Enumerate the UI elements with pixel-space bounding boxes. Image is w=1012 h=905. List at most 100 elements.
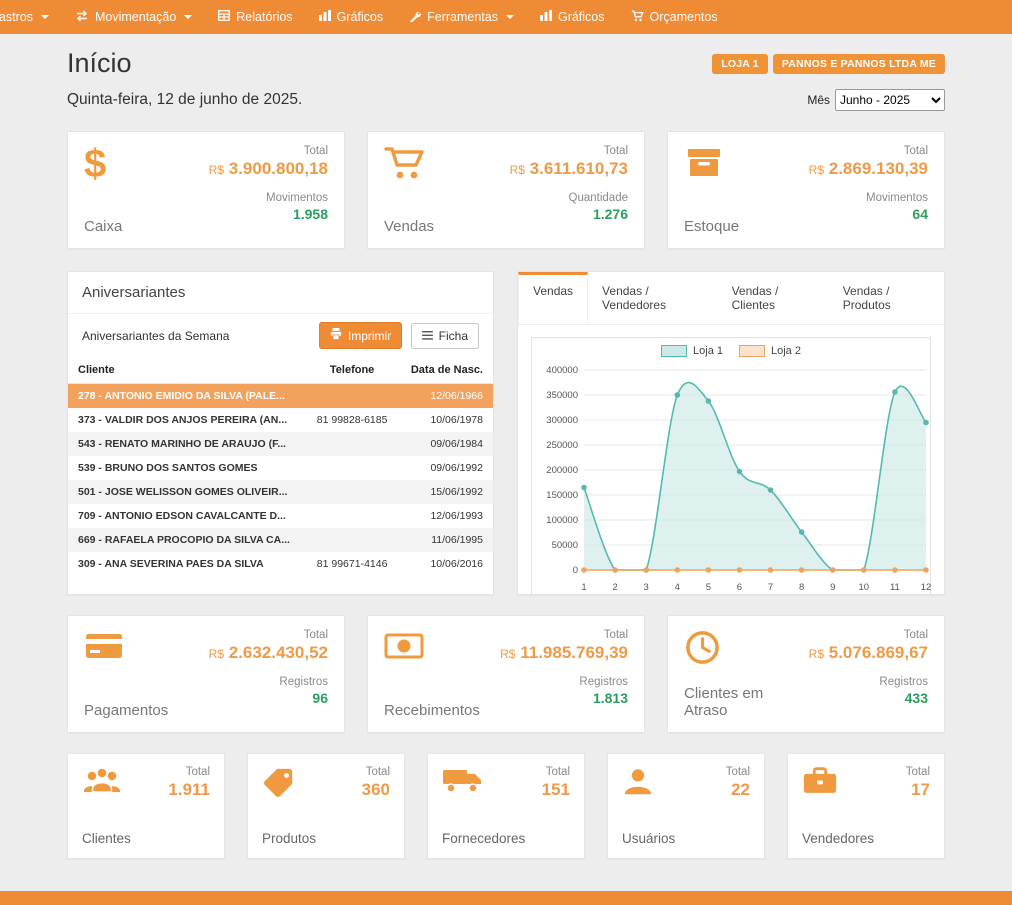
col-cliente: Cliente [68, 357, 306, 384]
birthday-row[interactable]: 543 - RENATO MARINHO DE ARAUJO (F...09/0… [68, 432, 493, 456]
nav-items: Cadastros Movimentação Relatórios Gráfic… [0, 0, 731, 34]
total-label: Total [809, 629, 928, 641]
nav-item-movimentacao[interactable]: Movimentação [62, 0, 205, 34]
card-title: Recebimentos [384, 702, 480, 719]
chart-legend: Loja 1 Loja 2 [536, 345, 926, 357]
svg-text:1: 1 [581, 582, 586, 593]
birthday-row[interactable]: 539 - BRUNO DOS SANTOS GOMES09/06/1992 [68, 456, 493, 480]
total-label: Total [500, 629, 628, 641]
legend-label-loja1: Loja 1 [693, 345, 723, 357]
svg-text:100000: 100000 [546, 515, 578, 526]
truck-icon [442, 766, 484, 801]
svg-text:250000: 250000 [546, 440, 578, 451]
page-header: Início LOJA 1 PANNOS E PANNOS LTDA ME [67, 48, 945, 79]
list-icon [422, 329, 433, 343]
svg-text:3: 3 [644, 582, 649, 593]
birthday-row[interactable]: 669 - RAFAELA PROCOPIO DA SILVA CA...11/… [68, 528, 493, 552]
tab-vendas[interactable]: Vendas [518, 272, 588, 324]
card-title: Vendedores [802, 831, 930, 846]
nav-item-graficos-1[interactable]: Gráficos [306, 0, 397, 34]
chevron-down-icon [41, 15, 49, 19]
table-icon [218, 10, 230, 24]
nav-item-ferramentas[interactable]: Ferramentas [396, 0, 527, 34]
total-label: Total [542, 766, 570, 778]
birthday-row[interactable]: 501 - JOSE WELISSON GOMES OLIVEIR...15/0… [68, 480, 493, 504]
total-value: R$ 2.632.430,52 [209, 643, 328, 663]
vendedores-card: Total 17 Vendedores [787, 753, 945, 859]
svg-text:6: 6 [737, 582, 742, 593]
people-group-icon [82, 766, 122, 803]
legend-swatch-loja2 [739, 345, 765, 357]
bar-chart-icon [319, 10, 331, 24]
produtos-card: Total 360 Produtos [247, 753, 405, 859]
ficha-button[interactable]: Ficha [411, 323, 479, 349]
card-title: Pagamentos [84, 702, 168, 719]
total-label: Total [209, 145, 328, 157]
count-value: 433 [809, 690, 928, 706]
month-select[interactable]: Junho - 2025 [835, 89, 945, 111]
user-icon [622, 766, 654, 803]
svg-text:300000: 300000 [546, 415, 578, 426]
footer-bar [0, 891, 1012, 905]
tab-vendas-clientes[interactable]: Vendas / Clientes [718, 272, 829, 324]
nav-label: Gráficos [337, 10, 384, 24]
money-bill-icon [384, 629, 424, 668]
nav-label: Gráficos [558, 10, 605, 24]
card-title: Produtos [262, 831, 390, 846]
chevron-down-icon [184, 15, 192, 19]
credit-card-icon [84, 629, 124, 668]
svg-text:7: 7 [768, 582, 773, 593]
svg-text:150000: 150000 [546, 490, 578, 501]
total-value: R$ 2.869.130,39 [809, 159, 928, 179]
caixa-card: $ Caixa Total R$ 3.900.800,18 Movimentos… [67, 131, 345, 249]
total-label: Total [168, 766, 210, 778]
count-value: 1.813 [500, 690, 628, 706]
sales-chart-panel: Vendas Vendas / Vendedores Vendas / Clie… [517, 271, 945, 595]
tab-vendas-produtos[interactable]: Vendas / Produtos [829, 272, 944, 324]
svg-text:2: 2 [612, 582, 617, 593]
card-title: Usuários [622, 831, 750, 846]
count-label: Movimentos [209, 192, 328, 204]
birthday-row[interactable]: 278 - ANTONIO EMIDIO DA SILVA (PALE...12… [68, 384, 493, 409]
card-title: Vendas [384, 218, 434, 235]
clientes-em-atraso-card: Clientes em Atraso Total R$ 5.076.869,67… [667, 615, 945, 733]
recebimentos-card: Recebimentos Total R$ 11.985.769,39 Regi… [367, 615, 645, 733]
count-label: Movimentos [809, 192, 928, 204]
count-label: Registros [809, 676, 928, 688]
nav-item-orcamentos[interactable]: Orçamentos [618, 0, 731, 34]
usuarios-card: Total 22 Usuários [607, 753, 765, 859]
legend-label-loja2: Loja 2 [771, 345, 801, 357]
company-badge: PANNOS E PANNOS LTDA ME [773, 54, 945, 74]
svg-text:8: 8 [799, 582, 804, 593]
card-title: Clientes [82, 831, 210, 846]
nav-label: Movimentação [95, 10, 176, 24]
nav-item-relatorios[interactable]: Relatórios [205, 0, 305, 34]
birthday-row[interactable]: 309 - ANA SEVERINA PAES DA SILVA81 99671… [68, 552, 493, 576]
nav-label: Cadastros [0, 10, 33, 24]
panel-title: Aniversariantes [68, 272, 493, 314]
vendas-card: Vendas Total R$ 3.611.610,73 Quantidade … [367, 131, 645, 249]
nav-item-graficos-2[interactable]: Gráficos [527, 0, 618, 34]
nav-item-cadastros[interactable]: Cadastros [0, 0, 62, 34]
bar-chart-icon [540, 10, 552, 24]
tag-icon [262, 766, 296, 803]
tab-vendas-vendedores[interactable]: Vendas / Vendedores [588, 272, 718, 324]
total-value: 360 [362, 780, 390, 800]
count-value: 64 [809, 206, 928, 222]
dollar-icon: $ [84, 145, 106, 183]
count-value: 1.958 [209, 206, 328, 222]
briefcase-icon [802, 766, 838, 802]
print-button[interactable]: Imprimir [319, 322, 402, 349]
birthday-row[interactable]: 709 - ANTONIO EDSON CAVALCANTE D...12/06… [68, 504, 493, 528]
printer-icon [330, 328, 342, 343]
svg-text:5: 5 [706, 582, 711, 593]
svg-text:0: 0 [573, 565, 578, 576]
col-data-nasc: Data de Nasc. [399, 357, 493, 384]
birthday-row[interactable]: 373 - VALDIR DOS ANJOS PEREIRA (AN...81 … [68, 408, 493, 432]
card-title: Clientes em Atraso [684, 685, 809, 719]
svg-text:50000: 50000 [552, 540, 578, 551]
archive-box-icon [684, 145, 724, 186]
count-label: Registros [209, 676, 328, 688]
wrench-icon [409, 10, 421, 25]
aniversariantes-panel: Aniversariantes Aniversariantes da Seman… [67, 271, 494, 595]
